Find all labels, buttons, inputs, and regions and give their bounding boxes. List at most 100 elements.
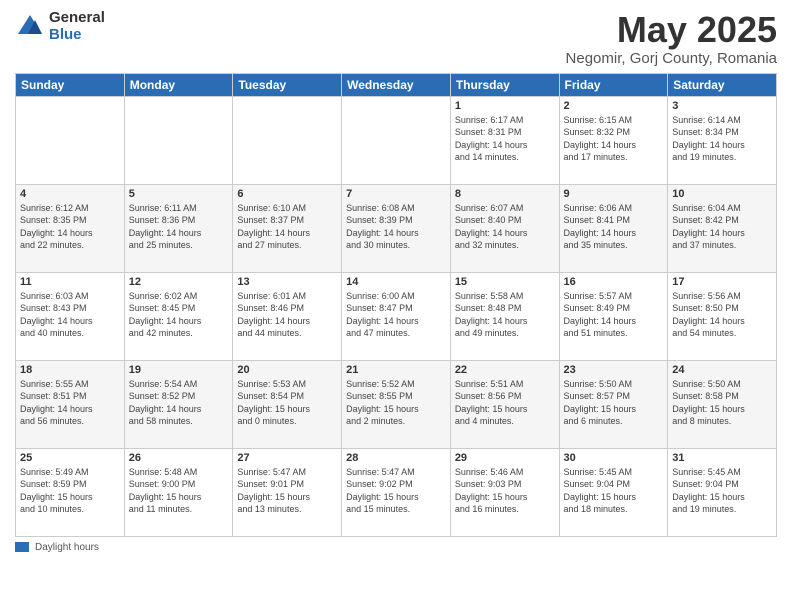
day-number: 30: [564, 452, 664, 464]
table-row: 21 Sunrise: 5:52 AM Sunset: 8:55 PM Dayli…: [342, 360, 451, 448]
table-row: [233, 96, 342, 184]
day-number: 31: [672, 452, 772, 464]
logo: General Blue: [15, 10, 105, 43]
table-row: 1 Sunrise: 6:17 AM Sunset: 8:31 PM Daylig…: [450, 96, 559, 184]
day-number: 13: [237, 276, 337, 288]
calendar-header-row: Sunday Monday Tuesday Wednesday Thursday…: [16, 73, 777, 96]
month-title: May 2025: [566, 10, 777, 50]
page: General Blue May 2025 Negomir, Gorj Coun…: [0, 0, 792, 612]
table-row: 20Sunrise: 5:53 AM Sunset: 8:54 PM Dayli…: [233, 360, 342, 448]
calendar-week-row: 1 Sunrise: 6:17 AM Sunset: 8:31 PM Daylig…: [16, 96, 777, 184]
day-number: 4: [20, 188, 120, 200]
day-number: 27: [237, 452, 337, 464]
table-row: [16, 96, 125, 184]
day-info: Sunrise: 5:50 AM Sunset: 8:58 PM Dayligh…: [672, 378, 772, 428]
day-number: 8: [455, 188, 555, 200]
day-info: Sunrise: 5:47 AM Sunset: 9:01 PM Dayligh…: [237, 466, 337, 516]
logo-blue-text: Blue: [49, 27, 105, 44]
day-number: 10: [672, 188, 772, 200]
day-info: Sunrise: 6:07 AM Sunset: 8:40 PM Dayligh…: [455, 202, 555, 252]
table-row: 2Sunrise: 6:15 AM Sunset: 8:32 PM Daylig…: [559, 96, 668, 184]
day-info: Sunrise: 5:58 AM Sunset: 8:48 PM Dayligh…: [455, 290, 555, 340]
day-number: 6: [237, 188, 337, 200]
col-saturday: Saturday: [668, 73, 777, 96]
footer: Daylight hours: [15, 542, 777, 553]
calendar-table: Sunday Monday Tuesday Wednesday Thursday…: [15, 73, 777, 537]
day-number: 26: [129, 452, 229, 464]
day-number: 28: [346, 452, 446, 464]
day-number: 23: [564, 364, 664, 376]
day-number: 22: [455, 364, 555, 376]
table-row: 31 Sunrise: 5:45 AM Sunset: 9:04 PM Dayli…: [668, 448, 777, 536]
table-row: 11 Sunrise: 6:03 AM Sunset: 8:43 PM Dayli…: [16, 272, 125, 360]
daylight-hours-label: Daylight hours: [35, 542, 99, 553]
day-number: 12: [129, 276, 229, 288]
day-info: Sunrise: 5:48 AM Sunset: 9:00 PM Dayligh…: [129, 466, 229, 516]
day-info: Sunrise: 5:57 AM Sunset: 8:49 PM Dayligh…: [564, 290, 664, 340]
col-wednesday: Wednesday: [342, 73, 451, 96]
day-info: Sunrise: 6:06 AM Sunset: 8:41 PM Dayligh…: [564, 202, 664, 252]
legend-box: [15, 542, 29, 552]
day-info: Sunrise: 6:01 AM Sunset: 8:46 PM Dayligh…: [237, 290, 337, 340]
day-number: 29: [455, 452, 555, 464]
day-number: 21: [346, 364, 446, 376]
logo-general-text: General: [49, 10, 105, 27]
col-sunday: Sunday: [16, 73, 125, 96]
day-info: Sunrise: 5:45 AM Sunset: 9:04 PM Dayligh…: [672, 466, 772, 516]
col-friday: Friday: [559, 73, 668, 96]
day-info: Sunrise: 6:02 AM Sunset: 8:45 PM Dayligh…: [129, 290, 229, 340]
table-row: 9 Sunrise: 6:06 AM Sunset: 8:41 PM Daylig…: [559, 184, 668, 272]
day-number: 17: [672, 276, 772, 288]
table-row: 18Sunrise: 5:55 AM Sunset: 8:51 PM Dayli…: [16, 360, 125, 448]
day-number: 11: [20, 276, 120, 288]
day-info: Sunrise: 6:17 AM Sunset: 8:31 PM Dayligh…: [455, 114, 555, 164]
day-info: Sunrise: 6:00 AM Sunset: 8:47 PM Dayligh…: [346, 290, 446, 340]
table-row: 17 Sunrise: 5:56 AM Sunset: 8:50 PM Dayli…: [668, 272, 777, 360]
day-number: 7: [346, 188, 446, 200]
day-number: 16: [564, 276, 664, 288]
logo-text: General Blue: [49, 10, 105, 43]
day-info: Sunrise: 5:45 AM Sunset: 9:04 PM Dayligh…: [564, 466, 664, 516]
table-row: 6 Sunrise: 6:10 AM Sunset: 8:37 PM Daylig…: [233, 184, 342, 272]
table-row: 4Sunrise: 6:12 AM Sunset: 8:35 PM Daylig…: [16, 184, 125, 272]
table-row: 25Sunrise: 5:49 AM Sunset: 8:59 PM Dayli…: [16, 448, 125, 536]
day-info: Sunrise: 5:46 AM Sunset: 9:03 PM Dayligh…: [455, 466, 555, 516]
day-info: Sunrise: 5:53 AM Sunset: 8:54 PM Dayligh…: [237, 378, 337, 428]
day-number: 18: [20, 364, 120, 376]
col-thursday: Thursday: [450, 73, 559, 96]
title-block: May 2025 Negomir, Gorj County, Romania: [566, 10, 777, 67]
table-row: 24 Sunrise: 5:50 AM Sunset: 8:58 PM Dayli…: [668, 360, 777, 448]
col-monday: Monday: [124, 73, 233, 96]
header: General Blue May 2025 Negomir, Gorj Coun…: [15, 10, 777, 67]
table-row: 14Sunrise: 6:00 AM Sunset: 8:47 PM Dayli…: [342, 272, 451, 360]
day-number: 15: [455, 276, 555, 288]
day-info: Sunrise: 6:03 AM Sunset: 8:43 PM Dayligh…: [20, 290, 120, 340]
day-number: 9: [564, 188, 664, 200]
day-info: Sunrise: 5:56 AM Sunset: 8:50 PM Dayligh…: [672, 290, 772, 340]
table-row: [342, 96, 451, 184]
table-row: 15 Sunrise: 5:58 AM Sunset: 8:48 PM Dayli…: [450, 272, 559, 360]
calendar-week-row: 25Sunrise: 5:49 AM Sunset: 8:59 PM Dayli…: [16, 448, 777, 536]
day-info: Sunrise: 6:08 AM Sunset: 8:39 PM Dayligh…: [346, 202, 446, 252]
table-row: 27 Sunrise: 5:47 AM Sunset: 9:01 PM Dayli…: [233, 448, 342, 536]
day-number: 5: [129, 188, 229, 200]
location-subtitle: Negomir, Gorj County, Romania: [566, 50, 777, 67]
day-number: 24: [672, 364, 772, 376]
day-info: Sunrise: 6:04 AM Sunset: 8:42 PM Dayligh…: [672, 202, 772, 252]
day-number: 1: [455, 100, 555, 112]
day-number: 3: [672, 100, 772, 112]
day-number: 25: [20, 452, 120, 464]
table-row: 7 Sunrise: 6:08 AM Sunset: 8:39 PM Daylig…: [342, 184, 451, 272]
table-row: 10 Sunrise: 6:04 AM Sunset: 8:42 PM Dayli…: [668, 184, 777, 272]
day-info: Sunrise: 6:10 AM Sunset: 8:37 PM Dayligh…: [237, 202, 337, 252]
table-row: 12 Sunrise: 6:02 AM Sunset: 8:45 PM Dayli…: [124, 272, 233, 360]
table-row: 29 Sunrise: 5:46 AM Sunset: 9:03 PM Dayli…: [450, 448, 559, 536]
table-row: 13 Sunrise: 6:01 AM Sunset: 8:46 PM Dayli…: [233, 272, 342, 360]
day-info: Sunrise: 5:50 AM Sunset: 8:57 PM Dayligh…: [564, 378, 664, 428]
table-row: 3Sunrise: 6:14 AM Sunset: 8:34 PM Daylig…: [668, 96, 777, 184]
table-row: 5Sunrise: 6:11 AM Sunset: 8:36 PM Daylig…: [124, 184, 233, 272]
col-tuesday: Tuesday: [233, 73, 342, 96]
table-row: 16 Sunrise: 5:57 AM Sunset: 8:49 PM Dayli…: [559, 272, 668, 360]
day-info: Sunrise: 5:52 AM Sunset: 8:55 PM Dayligh…: [346, 378, 446, 428]
day-number: 19: [129, 364, 229, 376]
